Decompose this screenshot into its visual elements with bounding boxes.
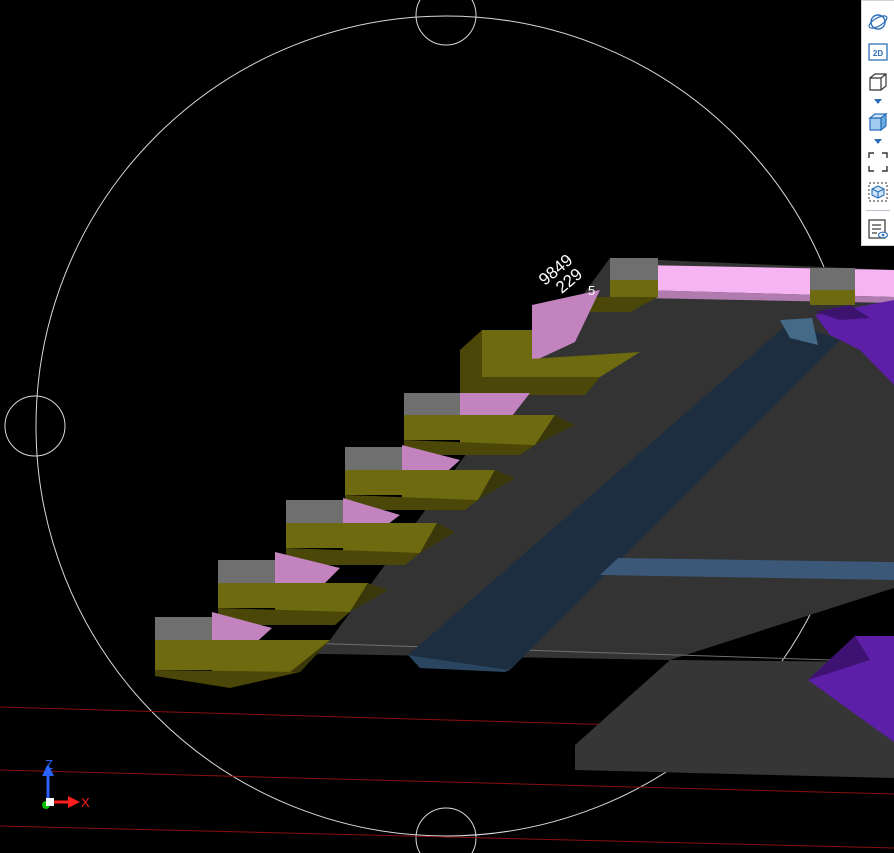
axis-origin-box <box>46 798 54 806</box>
z-axis-label: Z <box>45 757 53 772</box>
zoom-extents-icon <box>868 152 888 172</box>
view-3d-shaded-dropdown[interactable] <box>865 137 891 147</box>
3d-model-viewport[interactable]: 9849 229 5 Z X <box>0 0 894 853</box>
view-properties-icon <box>868 219 889 239</box>
view-3d-shaded-icon <box>868 112 888 132</box>
chevron-down-icon <box>874 99 882 104</box>
view-toolbar: 2D <box>861 0 894 246</box>
view-properties-button[interactable] <box>865 215 891 243</box>
x-axis-arrow <box>68 796 80 808</box>
cut-label: 5 <box>588 283 596 298</box>
chevron-down-icon <box>874 139 882 144</box>
model-canvas[interactable] <box>0 0 894 853</box>
view-3d-shaded-button[interactable] <box>865 108 891 136</box>
view-2d-label: 2D <box>873 49 883 58</box>
nav-handle-bottom <box>415 807 477 853</box>
orbit-icon <box>868 14 888 30</box>
view-3d-wireframe-icon <box>869 73 887 91</box>
x-axis-label: X <box>81 795 90 810</box>
zoom-extents-button[interactable] <box>865 148 891 176</box>
orbit-button[interactable] <box>865 8 891 36</box>
zoom-selection-button[interactable] <box>865 178 891 206</box>
toolbar-separator <box>866 210 890 211</box>
view-3d-wireframe-dropdown[interactable] <box>865 97 891 107</box>
nav-handle-top <box>415 0 477 46</box>
zoom-selection-icon <box>868 182 888 202</box>
grid-line <box>0 825 894 849</box>
view-3d-wireframe-button[interactable] <box>865 68 891 96</box>
view-2d-icon: 2D <box>868 43 888 61</box>
view-2d-button[interactable]: 2D <box>865 38 891 66</box>
nav-handle-left <box>4 395 66 457</box>
